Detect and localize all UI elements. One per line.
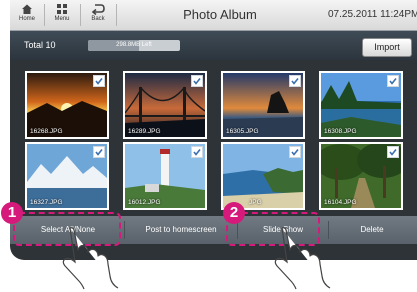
checkbox[interactable] — [289, 75, 301, 87]
album-info-bar: Total 10 298.8MB Left Import — [10, 31, 417, 60]
checkbox[interactable] — [387, 75, 399, 87]
back-button[interactable]: Back — [83, 2, 113, 28]
top-bar: Home Menu Back Photo Album 07.25.2011 11… — [10, 0, 417, 31]
tapping-hand-icon — [274, 227, 331, 290]
photo-thumbnail[interactable]: 16305.JPG — [221, 71, 305, 139]
photo-thumbnail[interactable]: 16012.JPG — [123, 142, 207, 210]
checkmark-icon — [389, 78, 397, 85]
total-count: Total 10 — [24, 40, 56, 50]
checkbox[interactable] — [191, 75, 203, 87]
checkbox[interactable] — [191, 146, 203, 158]
import-button[interactable]: Import — [362, 38, 412, 57]
divider — [116, 4, 117, 26]
photo-filename: JPG — [249, 199, 262, 206]
photo-filename: 16289.JPG — [128, 128, 161, 135]
menu-button[interactable]: Menu — [47, 2, 77, 28]
photo-thumbnail[interactable]: 16104.JPG — [319, 142, 403, 210]
checkmark-icon — [95, 78, 103, 85]
grid-menu-icon — [57, 4, 67, 14]
photo-thumbnail[interactable]: 16289.JPG — [123, 71, 207, 139]
home-button[interactable]: Home — [12, 2, 42, 28]
photo-thumbnail[interactable]: 16308.JPG — [319, 71, 403, 139]
photo-thumbnail[interactable]: 16327.JPG — [25, 142, 109, 210]
checkbox[interactable] — [289, 146, 301, 158]
post-to-homescreen-button[interactable]: Post to homescreen — [125, 218, 237, 242]
checkmark-icon — [291, 149, 299, 156]
menu-label: Menu — [54, 16, 70, 22]
date-time: 07.25.2011 11:24PM — [328, 9, 417, 20]
checkmark-icon — [389, 149, 397, 156]
page-title: Photo Album — [183, 7, 257, 22]
photo-filename: 16308.JPG — [324, 128, 357, 135]
back-arrow-icon — [91, 4, 105, 15]
checkmark-icon — [193, 149, 201, 156]
home-icon — [22, 4, 32, 14]
callout-badge-1: 1 — [1, 202, 23, 224]
checkbox[interactable] — [387, 146, 399, 158]
photo-filename: 16305.JPG — [226, 128, 259, 135]
back-label: Back — [91, 16, 105, 22]
photo-filename: 16104.JPG — [324, 199, 357, 206]
divider — [80, 4, 81, 26]
photo-filename: 16012.JPG — [128, 199, 161, 206]
checkmark-icon — [193, 78, 201, 85]
photo-filename: 16268.JPG — [30, 128, 63, 135]
checkbox[interactable] — [93, 75, 105, 87]
tapping-hand-icon — [62, 227, 119, 290]
home-label: Home — [18, 16, 35, 22]
photo-thumbnail[interactable]: 16268.JPG — [25, 71, 109, 139]
photo-filename: 16327.JPG — [30, 199, 63, 206]
delete-button[interactable]: Delete — [329, 218, 415, 242]
checkmark-icon — [291, 78, 299, 85]
storage-left-label: 298.8MB Left — [116, 42, 152, 48]
checkmark-icon — [95, 149, 103, 156]
storage-meter: 298.8MB Left — [88, 40, 180, 51]
photo-thumbnail[interactable]: JPG — [221, 142, 305, 210]
callout-badge-2: 2 — [223, 202, 245, 224]
divider — [44, 4, 45, 26]
checkbox[interactable] — [93, 146, 105, 158]
